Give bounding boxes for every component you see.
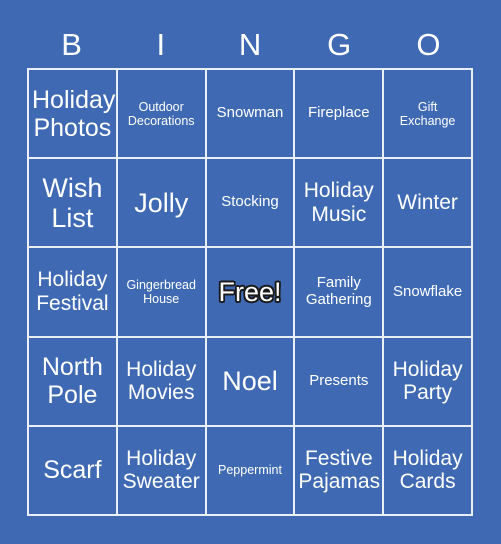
bingo-free-space[interactable]: Free! [206,248,294,336]
header-letter-g: G [327,26,352,62]
bingo-cell[interactable]: Outdoor Decorations [117,70,205,158]
header-letter-b: B [61,26,82,62]
bingo-cell-label: Festive Pajamas [298,446,381,494]
bingo-cell-label: Fireplace [307,104,370,122]
bingo-cell[interactable]: Snowflake [384,248,471,336]
bingo-cell-label: North Pole [41,353,103,410]
bingo-cell-label: Gingerbread House [126,277,196,306]
header-letter-n: N [238,26,262,62]
bingo-cell[interactable]: Wish List [29,159,116,247]
bingo-cell-label: Outdoor Decorations [127,99,195,128]
bingo-cell[interactable]: Fireplace [295,70,383,158]
bingo-cell-label: Holiday Cards [392,446,463,494]
bingo-cell[interactable]: Gift Exchange [384,70,471,158]
bingo-cell[interactable]: Stocking [206,159,294,247]
bingo-cell-label: Peppermint [218,463,282,478]
bingo-cell[interactable]: Holiday Cards [384,426,471,514]
bingo-cell-label: Winter [397,191,458,215]
bingo-card: B I N G O Holiday Photos Outdoor Decorati… [0,0,501,544]
bingo-cell[interactable]: Holiday Festival [29,248,116,336]
bingo-cell[interactable]: Festive Pajamas [295,426,383,514]
bingo-cell[interactable]: Noel [206,337,294,425]
bingo-cell-label: Holiday Sweater [122,446,200,494]
bingo-cell[interactable]: Jolly [117,159,205,247]
bingo-cell-label: Noel [222,366,278,397]
bingo-cell[interactable]: Winter [384,159,471,247]
bingo-cell-label: Family Gathering [305,274,372,308]
bingo-cell-label: Presents [309,371,369,389]
bingo-cell[interactable]: Presents [295,337,383,425]
bingo-cell-label: Snowman [216,104,284,122]
bingo-cell[interactable]: Gingerbread House [117,248,205,336]
bingo-cell[interactable]: Holiday Music [295,159,383,247]
bingo-cell-label: Jolly [134,187,189,218]
bingo-cell-label: Free! [218,276,282,307]
bingo-cell-label: Holiday Music [303,179,374,226]
bingo-cell[interactable]: Holiday Sweater [117,426,205,514]
header-letter-i: I [156,26,166,62]
bingo-cell-label: Stocking [221,193,279,211]
bingo-cell[interactable]: Scarf [29,426,116,514]
bingo-cell[interactable]: Peppermint [206,426,294,514]
bingo-cell-label: Holiday Festival [36,268,109,315]
bingo-cell-label: Holiday Party [392,357,463,405]
header-letter-o: O [416,26,441,62]
bingo-cell-label: Holiday Movies [126,357,197,405]
bingo-cell-label: Wish List [42,172,103,233]
bingo-cell[interactable]: Snowman [206,70,294,158]
bingo-cell[interactable]: Family Gathering [295,248,383,336]
bingo-cell[interactable]: Holiday Movies [117,337,205,425]
bingo-cell-label: Holiday Photos [32,85,116,142]
bingo-cell-label: Scarf [43,456,102,485]
bingo-cell[interactable]: North Pole [29,337,116,425]
bingo-cell[interactable]: Holiday Photos [29,70,116,158]
bingo-grid: Holiday Photos Outdoor Decorations Snowman… [27,68,473,516]
bingo-cell[interactable]: Holiday Party [384,337,471,425]
bingo-cell-label: Gift Exchange [399,99,456,128]
bingo-cell-label: Snowflake [392,282,463,300]
bingo-header: B I N G O [27,20,473,68]
